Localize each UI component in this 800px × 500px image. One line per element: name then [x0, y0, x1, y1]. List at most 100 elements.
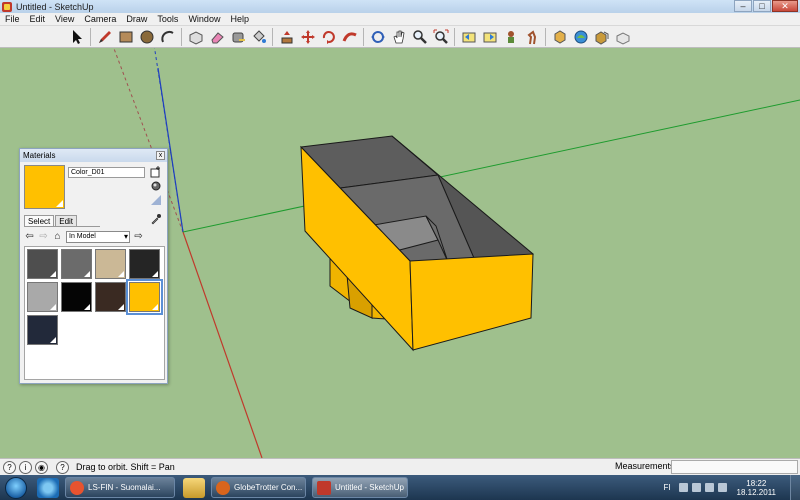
- sketchup-logo-icon: [2, 1, 12, 12]
- material-swatch[interactable]: [129, 249, 160, 279]
- tray-arrow-icon[interactable]: [678, 483, 688, 492]
- material-swatch[interactable]: [27, 249, 58, 279]
- forward-arrow-icon[interactable]: ⇨: [38, 231, 49, 243]
- share-model-icon[interactable]: [571, 27, 590, 46]
- pencil-line-icon[interactable]: [95, 27, 114, 46]
- material-name-field[interactable]: Color_D01: [68, 167, 145, 178]
- geo-location-icon[interactable]: ?: [3, 460, 16, 474]
- user-icon[interactable]: ◉: [35, 460, 48, 474]
- minimize-button[interactable]: –: [734, 0, 752, 12]
- pan-hand-icon[interactable]: [389, 27, 408, 46]
- material-side-icons: [150, 166, 164, 206]
- material-swatch[interactable]: [27, 282, 58, 312]
- volume-icon[interactable]: [704, 483, 714, 492]
- follow-me-icon[interactable]: [340, 27, 359, 46]
- taskbar-item-label: LS-FIN - Suomalai...: [88, 483, 161, 492]
- maximize-button[interactable]: □: [753, 0, 771, 12]
- toolbar-separator: [363, 27, 364, 46]
- toolbar-separator: [181, 27, 182, 46]
- material-swatch[interactable]: [95, 249, 126, 279]
- taskbar-item-sketchup[interactable]: Untitled - SketchUp: [312, 477, 408, 498]
- window-controls: – □ ✕: [733, 0, 798, 12]
- show-desktop-button[interactable]: [790, 475, 800, 500]
- box-front-face[interactable]: [409, 253, 534, 351]
- taskbar-item-globetrotter[interactable]: GlobeTrotter Con...: [211, 477, 306, 498]
- rectangle-icon[interactable]: [116, 27, 135, 46]
- measurements-input[interactable]: [671, 460, 798, 474]
- title-bar: Untitled - SketchUp – □ ✕: [0, 0, 800, 13]
- menu-edit[interactable]: Edit: [25, 14, 51, 24]
- material-swatch-grid: [24, 246, 165, 380]
- window-title: Untitled - SketchUp: [16, 1, 94, 12]
- material-library-select[interactable]: In Model: [66, 231, 130, 243]
- menu-draw[interactable]: Draw: [121, 14, 152, 24]
- globetrotter-icon: [216, 480, 230, 495]
- start-button[interactable]: [5, 476, 27, 499]
- move-icon[interactable]: [298, 27, 317, 46]
- push-pull-icon[interactable]: [277, 27, 296, 46]
- default-material-icon[interactable]: [150, 180, 162, 192]
- help-icon[interactable]: ?: [56, 460, 69, 474]
- create-material-icon[interactable]: [150, 166, 162, 178]
- taskbar-item-firefox[interactable]: LS-FIN - Suomalai...: [65, 477, 175, 498]
- material-swatch[interactable]: [61, 249, 92, 279]
- circle-icon[interactable]: [137, 27, 156, 46]
- menu-view[interactable]: View: [50, 14, 79, 24]
- walk-icon[interactable]: [522, 27, 541, 46]
- tab-edit[interactable]: Edit: [55, 215, 78, 226]
- clock[interactable]: 18:22 18.12.2011: [737, 479, 776, 497]
- materials-title-bar[interactable]: Materials x: [20, 149, 167, 162]
- credits-icon[interactable]: i: [19, 460, 32, 474]
- zoom-extents-icon[interactable]: [431, 27, 450, 46]
- clock-time: 18:22: [746, 478, 767, 488]
- materials-close-button[interactable]: x: [156, 151, 165, 160]
- share-component-icon[interactable]: [613, 27, 632, 46]
- menu-camera[interactable]: Camera: [79, 14, 121, 24]
- close-button[interactable]: ✕: [772, 0, 798, 12]
- eyedropper-icon[interactable]: [150, 213, 162, 225]
- menu-help[interactable]: Help: [225, 14, 254, 24]
- tab-select[interactable]: Select: [24, 215, 55, 226]
- material-preview[interactable]: [24, 165, 65, 209]
- paint-bucket-icon[interactable]: [249, 27, 268, 46]
- menu-window[interactable]: Window: [183, 14, 225, 24]
- taskbar-item-label: GlobeTrotter Con...: [234, 483, 303, 492]
- eraser-icon[interactable]: [207, 27, 226, 46]
- home-icon[interactable]: ⌂: [52, 231, 63, 243]
- flag-icon[interactable]: [717, 483, 727, 492]
- menu-tools[interactable]: Tools: [152, 14, 183, 24]
- material-swatch[interactable]: [126, 279, 163, 315]
- taskbar-item-label: Untitled - SketchUp: [335, 483, 404, 492]
- file-explorer-icon[interactable]: [183, 477, 205, 498]
- back-arrow-icon[interactable]: ⇦: [24, 231, 35, 243]
- select-arrow-icon[interactable]: [67, 27, 86, 46]
- get-models-icon[interactable]: [550, 27, 569, 46]
- make-component-icon[interactable]: [186, 27, 205, 46]
- position-camera-icon[interactable]: [501, 27, 520, 46]
- rotate-icon[interactable]: [319, 27, 338, 46]
- material-swatch[interactable]: [95, 282, 126, 312]
- measurements-label: Measurements: [615, 461, 675, 471]
- internet-explorer-icon[interactable]: [37, 477, 59, 498]
- arc-icon[interactable]: [158, 27, 177, 46]
- menu-bar: File Edit View Camera Draw Tools Window …: [0, 13, 800, 26]
- tape-measure-icon[interactable]: [228, 27, 247, 46]
- next-view-icon[interactable]: [480, 27, 499, 46]
- sample-paint-icon[interactable]: [150, 194, 162, 206]
- zoom-icon[interactable]: [410, 27, 429, 46]
- menu-file[interactable]: File: [0, 14, 25, 24]
- red-axis: [182, 231, 263, 458]
- materials-title: Materials: [23, 151, 56, 160]
- materials-panel: Materials x Color_D01 Select Edit ⇦ ⇨ ⌂ …: [19, 148, 168, 384]
- previous-view-icon[interactable]: [459, 27, 478, 46]
- green-axis: [182, 99, 800, 233]
- language-indicator[interactable]: FI: [663, 483, 670, 492]
- orbit-icon[interactable]: [368, 27, 387, 46]
- material-swatch[interactable]: [27, 315, 58, 345]
- material-swatch[interactable]: [61, 282, 92, 312]
- materials-navigation: ⇦ ⇨ ⌂ In Model ⇨: [24, 231, 144, 243]
- get-components-icon[interactable]: [592, 27, 611, 46]
- toolbar-separator: [454, 27, 455, 46]
- details-arrow-icon[interactable]: ⇨: [133, 231, 144, 243]
- network-icon[interactable]: [691, 483, 701, 492]
